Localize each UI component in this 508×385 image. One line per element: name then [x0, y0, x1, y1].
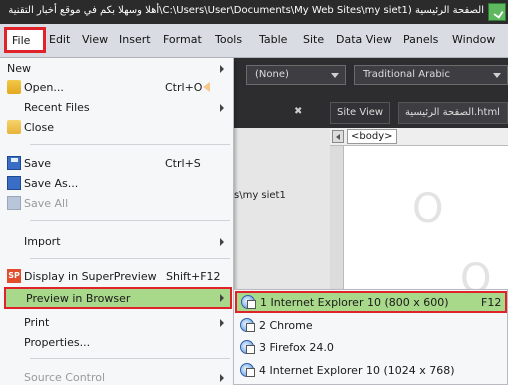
menu-item-label: Close: [24, 121, 54, 134]
menu-item-save-all[interactable]: Save All: [0, 194, 234, 213]
window-title: الصفحة الرئيسية (C:\Users\User\Documents…: [8, 5, 484, 16]
menu-item-superpreview[interactable]: SP Display in SuperPreview Shift+F12: [0, 267, 234, 286]
menu-item-preview-in-browser[interactable]: Preview in Browser: [4, 287, 232, 309]
menu-item-label: New: [7, 62, 31, 75]
menu-item-label: Open...: [24, 81, 64, 94]
menu-item-label: Preview in Browser: [26, 292, 131, 305]
browser-item-ie10-1024[interactable]: 4 Internet Explorer 10 (1024 x 768): [234, 360, 508, 380]
menu-item-import[interactable]: Import: [0, 232, 234, 251]
browser-icon: [240, 340, 255, 354]
menu-panels[interactable]: Panels: [403, 33, 438, 46]
browser-item-chrome[interactable]: 2 Chrome: [234, 315, 508, 335]
preview-browser-submenu: 1 Internet Explorer 10 (800 x 600) F12 2…: [233, 289, 508, 385]
menu-item-properties[interactable]: Properties...: [0, 333, 234, 352]
browser-item-ie10-800[interactable]: 1 Internet Explorer 10 (800 x 600) F12: [235, 291, 507, 313]
menu-item-label: Save: [24, 157, 52, 170]
menu-item-print[interactable]: Print: [0, 313, 234, 332]
menu-item-save-as[interactable]: Save As...: [0, 174, 234, 193]
decorative-shape: O: [412, 186, 444, 232]
document-tab-bar: ✖ Site View الصفحة الرئيسية.html: [234, 92, 508, 128]
submenu-arrow-icon: [220, 319, 224, 327]
save-as-icon: [7, 176, 21, 190]
tab-home-page[interactable]: الصفحة الرئيسية.html: [398, 102, 508, 124]
menu-separator: [30, 144, 230, 145]
menu-edit[interactable]: Edit: [49, 33, 70, 46]
menu-tools[interactable]: Tools: [215, 33, 242, 46]
menu-table[interactable]: Table: [259, 33, 287, 46]
style-combo[interactable]: (None): [246, 65, 346, 85]
chevron-down-icon: [493, 73, 501, 78]
menu-item-shortcut: Shift+F12: [166, 270, 221, 283]
pin-close-icon[interactable]: ✖: [294, 106, 302, 117]
menu-item-open[interactable]: Open... Ctrl+O: [0, 78, 234, 97]
menu-separator: [30, 220, 230, 221]
menu-item-label: Source Control: [24, 371, 106, 384]
menu-item-recent-files[interactable]: Recent Files: [0, 98, 234, 117]
menu-item-label: Print: [24, 316, 50, 329]
menu-item-new[interactable]: New: [0, 59, 234, 78]
site-path-text: s\my siet1: [234, 190, 286, 201]
menu-view[interactable]: View: [82, 33, 108, 46]
submenu-arrow-icon: [220, 294, 224, 302]
browser-item-shortcut: F12: [481, 296, 502, 309]
menu-item-label: Save As...: [24, 177, 79, 190]
menu-item-save[interactable]: Save Ctrl+S: [0, 154, 234, 173]
tab-site-view[interactable]: Site View: [330, 102, 391, 124]
menu-file[interactable]: File: [4, 27, 46, 53]
style-combo-value: (None): [255, 69, 289, 80]
menu-site[interactable]: Site: [303, 33, 324, 46]
menu-item-shortcut: Ctrl+O: [165, 81, 203, 94]
menu-item-label: Display in SuperPreview: [24, 270, 157, 283]
submenu-arrow-icon: [220, 104, 224, 112]
menu-item-source-control[interactable]: Source Control: [0, 368, 234, 385]
menu-format[interactable]: Format: [163, 33, 202, 46]
menu-item-label: Properties...: [24, 336, 91, 349]
body-tag-button[interactable]: <body>: [347, 129, 397, 144]
menu-separator: [30, 358, 230, 359]
file-menu-dropdown: New Open... Ctrl+O Recent Files Close Sa…: [0, 58, 234, 385]
browser-item-label: 2 Chrome: [259, 319, 313, 332]
browser-icon: [241, 295, 256, 309]
chevron-down-icon: [331, 73, 339, 78]
browser-item-label: 1 Internet Explorer 10 (800 x 600): [260, 296, 449, 309]
menu-item-shortcut: Ctrl+S: [165, 157, 201, 170]
menu-item-label: Save All: [24, 197, 69, 210]
save-icon: [7, 156, 21, 170]
menu-bar: File Edit View Insert Format Tools Table…: [0, 24, 508, 58]
folder-open-icon: [7, 80, 21, 94]
app-icon[interactable]: [488, 3, 506, 21]
browser-item-label: 4 Internet Explorer 10 (1024 x 768): [259, 364, 455, 377]
font-combo-value: Traditional Arabic: [363, 69, 450, 80]
menu-insert[interactable]: Insert: [119, 33, 151, 46]
menu-item-label: Recent Files: [24, 101, 90, 114]
browser-item-label: 3 Firefox 24.0: [259, 341, 334, 354]
save-all-icon: [7, 196, 21, 210]
browser-icon: [240, 363, 255, 377]
menu-item-label: Import: [24, 235, 61, 248]
tag-breadcrumb: <body>: [330, 128, 508, 146]
title-bar: الصفحة الرئيسية (C:\Users\User\Documents…: [0, 0, 508, 24]
submenu-arrow-icon: [220, 65, 224, 73]
browser-item-firefox[interactable]: 3 Firefox 24.0: [234, 337, 508, 357]
back-icon[interactable]: [332, 130, 344, 143]
pointer-arrow-icon: [203, 82, 210, 92]
submenu-arrow-icon: [220, 374, 224, 382]
submenu-arrow-icon: [220, 238, 224, 246]
formatting-toolbar: (None) Traditional Arabic: [234, 58, 508, 92]
menu-item-close[interactable]: Close: [0, 118, 234, 137]
font-combo[interactable]: Traditional Arabic: [354, 65, 508, 85]
menu-separator: [30, 258, 230, 259]
menu-data-view[interactable]: Data View: [336, 33, 392, 46]
superpreview-icon: SP: [7, 269, 21, 283]
browser-icon: [240, 318, 255, 332]
menu-window[interactable]: Window: [452, 33, 495, 46]
folder-icon: [7, 120, 21, 134]
